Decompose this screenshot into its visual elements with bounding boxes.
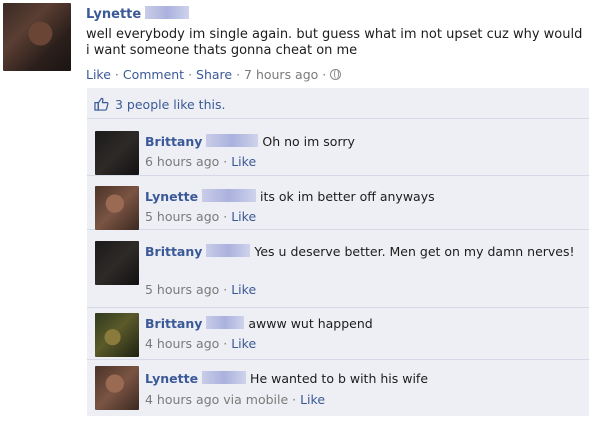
comment-body: Brittany Yes u deserve better. Men get o… <box>145 243 585 261</box>
comment-timestamp[interactable]: 4 hours ago via mobile <box>145 392 288 407</box>
comment-body: Lynette its ok im better off anyways <box>145 188 585 206</box>
comment-body: Lynette He wanted to b with his wife <box>145 370 585 388</box>
comment-like-button[interactable]: Like <box>231 282 256 297</box>
redacted-surname <box>206 316 245 329</box>
comment-like-button[interactable]: Like <box>231 209 256 224</box>
comment-like-button[interactable]: Like <box>300 392 325 407</box>
like-button[interactable]: Like <box>86 67 111 82</box>
redacted-surname <box>206 134 259 147</box>
comment-timestamp[interactable]: 5 hours ago <box>145 209 219 224</box>
comment-avatar[interactable] <box>95 313 139 357</box>
globe-icon[interactable] <box>330 69 342 80</box>
comment-avatar[interactable] <box>95 131 139 175</box>
comment-meta: 4 hours ago via mobile · Like <box>145 392 326 407</box>
comment-button[interactable]: Comment <box>123 67 184 82</box>
post-actions: Like · Comment · Share · 7 hours ago · <box>86 67 342 82</box>
comment-author[interactable]: Brittany <box>145 134 202 149</box>
comment-author[interactable]: Lynette <box>145 371 198 386</box>
comment-body: Brittany Oh no im sorry <box>145 133 585 151</box>
post-author-name[interactable]: Lynette <box>86 7 141 22</box>
share-button[interactable]: Share <box>196 67 232 82</box>
post-author-avatar[interactable] <box>3 3 71 71</box>
comment-divider <box>87 307 589 308</box>
comment-like-button[interactable]: Like <box>231 336 256 351</box>
comment-text: its ok im better off anyways <box>260 189 435 204</box>
comment-timestamp[interactable]: 4 hours ago <box>145 336 219 351</box>
post-text: well everybody im single again. but gues… <box>86 27 583 58</box>
comment-text: Yes u deserve better. Men get on my damn… <box>254 244 575 259</box>
comment-author[interactable]: Brittany <box>145 316 202 331</box>
comment-divider <box>87 359 589 360</box>
comment-avatar[interactable] <box>95 241 139 285</box>
comment-like-button[interactable]: Like <box>231 154 256 169</box>
redacted-surname <box>206 244 251 257</box>
comment-author[interactable]: Brittany <box>145 244 202 259</box>
post-timestamp[interactable]: 7 hours ago <box>244 67 318 82</box>
comment-divider <box>87 175 589 176</box>
comment-meta: 6 hours ago · Like <box>145 154 257 169</box>
comment-meta: 5 hours ago · Like <box>145 282 257 297</box>
comment-timestamp[interactable]: 6 hours ago <box>145 154 219 169</box>
comment-divider <box>87 229 589 230</box>
redacted-surname <box>202 189 257 202</box>
likes-summary: 3 people like this. <box>87 88 589 119</box>
likes-count-link[interactable]: 3 people like this. <box>115 97 225 112</box>
comment-timestamp[interactable]: 5 hours ago <box>145 282 219 297</box>
redacted-surname <box>202 371 247 384</box>
post-header: Lynette <box>86 6 586 22</box>
comment-author[interactable]: Lynette <box>145 189 198 204</box>
comment-body: Brittany awww wut happend <box>145 315 585 333</box>
comment-text: He wanted to b with his wife <box>250 371 429 386</box>
comment-avatar[interactable] <box>95 186 139 230</box>
redacted-surname <box>145 6 190 19</box>
comment-text: awww wut happend <box>248 316 373 331</box>
comment-meta: 4 hours ago · Like <box>145 336 257 351</box>
comment-avatar[interactable] <box>95 366 139 410</box>
thumbs-up-icon <box>94 97 109 111</box>
comment-text: Oh no im sorry <box>262 134 355 149</box>
comment-meta: 5 hours ago · Like <box>145 209 257 224</box>
